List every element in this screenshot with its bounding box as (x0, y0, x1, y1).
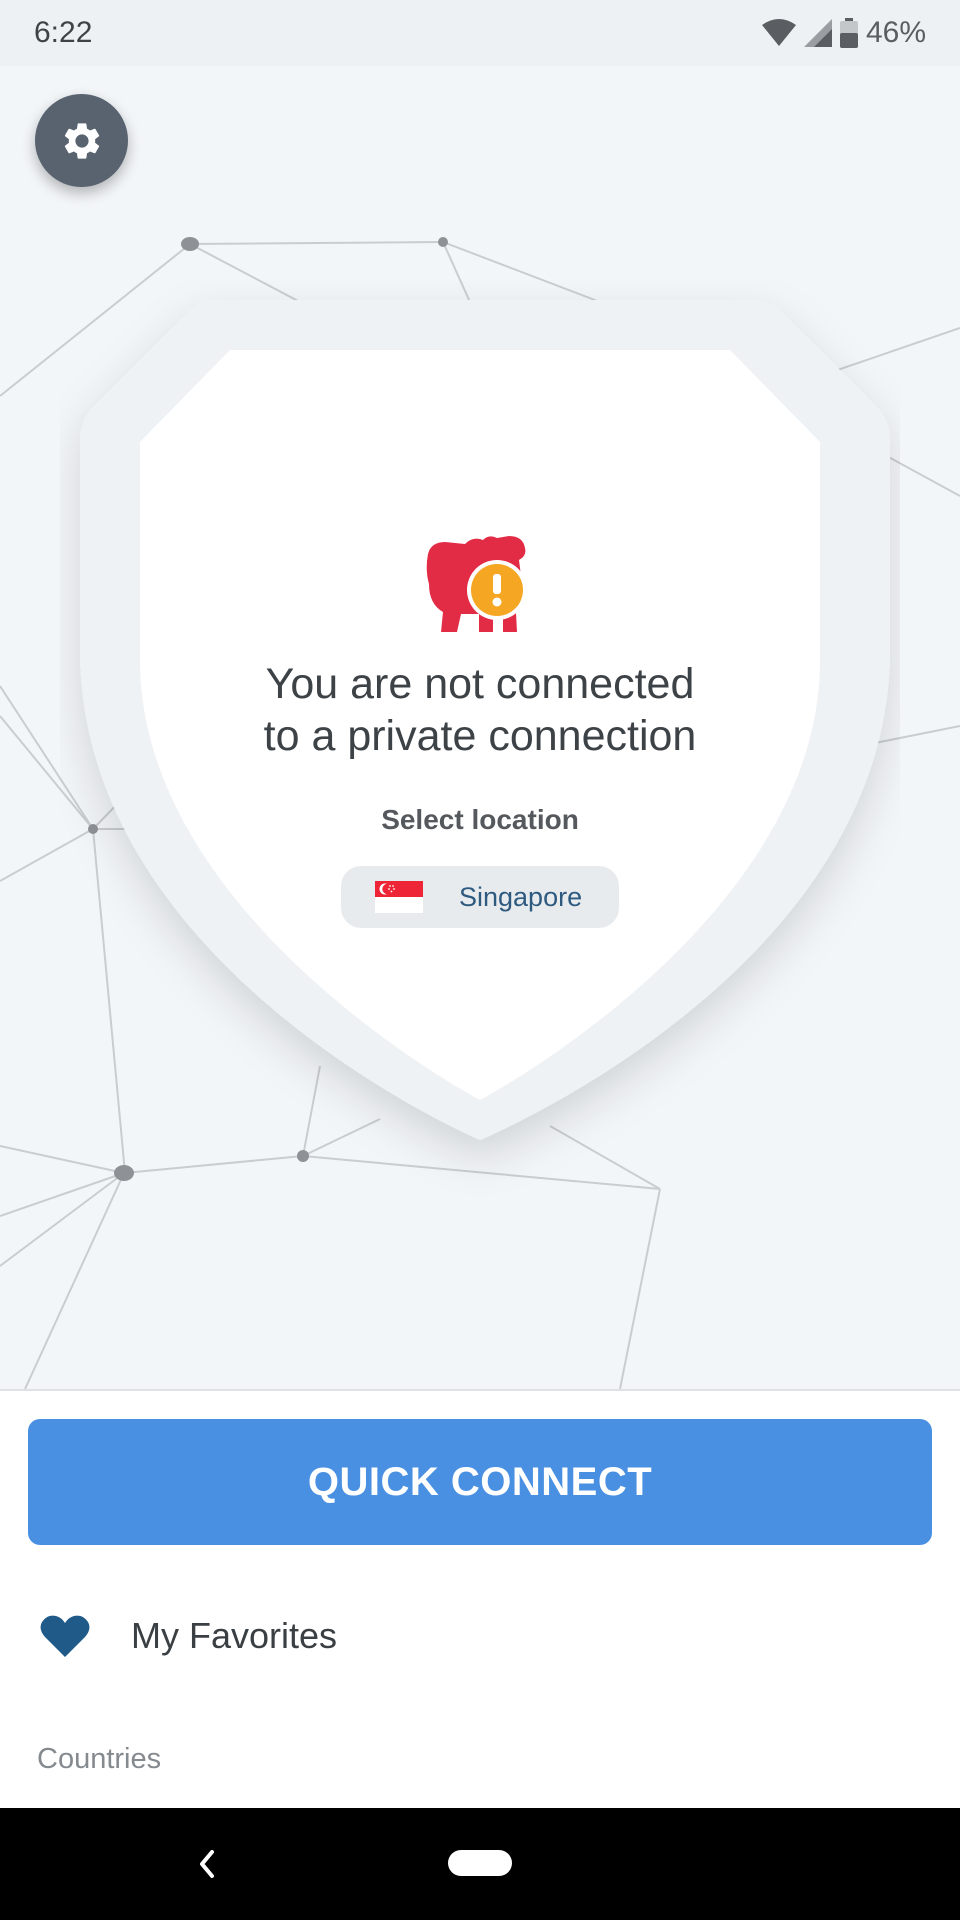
navigation-bar (0, 1808, 960, 1920)
settings-button[interactable] (35, 94, 128, 187)
bottom-sheet: QUICK CONNECT My Favorites Countries (0, 1389, 960, 1810)
select-location-label: Select location (381, 804, 579, 835)
quick-connect-button[interactable]: QUICK CONNECT (28, 1419, 932, 1545)
wifi-icon (761, 19, 796, 46)
countries-section-label: Countries (37, 1743, 162, 1775)
bulldog-warning-icon (423, 532, 533, 636)
connection-status-area: You are not connected to a private conne… (0, 66, 960, 1389)
cell-signal-icon (803, 19, 832, 47)
home-button[interactable] (448, 1850, 512, 1876)
status-shield: You are not connected to a private conne… (60, 280, 900, 1240)
status-icons: 46% (761, 16, 926, 50)
status-time: 6:22 (34, 16, 93, 49)
location-name: Singapore (459, 881, 583, 912)
my-favorites-item[interactable]: My Favorites (0, 1581, 960, 1691)
battery-icon (839, 18, 858, 48)
battery-percent: 46% (865, 16, 926, 49)
heart-icon (40, 1615, 90, 1657)
headline-line-2: to a private connection (263, 712, 697, 760)
headline-line-1: You are not connected (265, 660, 695, 708)
my-favorites-label: My Favorites (131, 1615, 338, 1656)
gear-icon (64, 122, 99, 159)
singapore-flag-icon (375, 881, 423, 913)
location-selector[interactable]: Singapore (341, 866, 619, 928)
connection-headline: You are not connected to a private conne… (180, 658, 780, 762)
status-bar: 6:22 46% (0, 0, 960, 66)
back-icon[interactable] (190, 1844, 224, 1884)
